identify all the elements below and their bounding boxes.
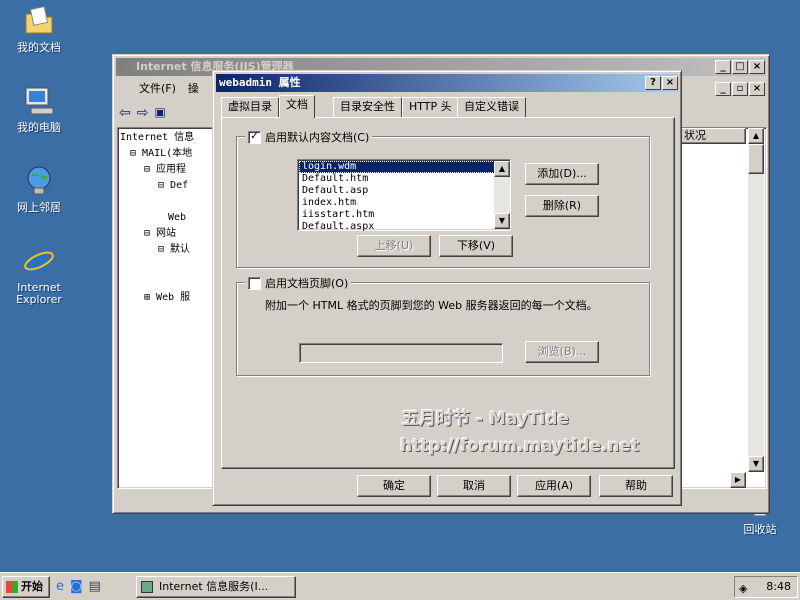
dialog-title: webadmin 属性 [219, 76, 301, 89]
tree-item[interactable]: ⊟ Def [120, 178, 194, 194]
dialog-title-bar[interactable]: webadmin 属性 [216, 74, 678, 92]
desktop-icon-label: 我的文档 [17, 41, 61, 54]
show-desktop-icon[interactable]: ▤ [89, 579, 101, 594]
network-tray-icon[interactable]: ◈ [739, 579, 747, 599]
doc-footer-legend[interactable]: 启用文档页脚(O) [245, 275, 352, 291]
scroll-thumb[interactable] [748, 144, 764, 174]
quick-launch: e ◙ ▤ [56, 579, 101, 594]
apply-button[interactable]: 应用(A) [517, 475, 591, 497]
ie-icon: e [22, 243, 56, 281]
system-tray: ◈ 8:48 [734, 576, 798, 598]
tab-custom-errors[interactable]: 自定义错误 [457, 97, 526, 117]
forward-arrow-icon[interactable]: ⇨ [137, 105, 149, 121]
taskbar: 开始 e ◙ ▤ Internet 信息服务(I... ◈ 8:48 [0, 572, 800, 600]
browse-button[interactable]: 浏览(B)... [525, 341, 599, 363]
footer-description: 附加一个 HTML 格式的页脚到您的 Web 服务器返回的每一个文档。 [265, 299, 598, 312]
list-item[interactable]: Default.asp [299, 185, 495, 197]
doc-footer-group: 启用文档页脚(O) 附加一个 HTML 格式的页脚到您的 Web 服务器返回的每… [236, 275, 650, 376]
scroll-down-arrow-icon[interactable]: ▼ [494, 213, 510, 229]
ok-button[interactable]: 确定 [357, 475, 431, 497]
details-scrollbar[interactable]: ▲ ▼ [748, 128, 764, 472]
tree-item[interactable]: ⊟ 默认 [120, 242, 194, 258]
desktop-icon-my-computer[interactable]: 我的电脑 [0, 84, 78, 134]
toolbar: ⇦ ⇨ ▣ [119, 105, 166, 121]
tree-item[interactable]: Web [120, 210, 194, 226]
scroll-down-arrow-icon[interactable]: ▼ [748, 456, 764, 472]
desktop-icon-label: 我的电脑 [17, 121, 61, 134]
desktop-icon-label: 回收站 [743, 523, 777, 536]
ie-quicklaunch-icon[interactable]: e [56, 579, 64, 594]
tab-documents[interactable]: 文档 [279, 95, 315, 118]
up-folder-icon[interactable]: ▣ [154, 105, 165, 121]
computer-icon [22, 84, 56, 118]
mdi-close-button[interactable]: × [749, 82, 765, 96]
tree-pane[interactable]: Internet 信息 ⊟ MAIL(本地 ⊟ 应用程 ⊟ Def Web ⊟ … [117, 127, 217, 489]
docs-list-scrollbar[interactable]: ▲ ▼ [494, 161, 510, 229]
tree-item[interactable]: ⊟ 网站 [120, 226, 194, 242]
desktop-icon-internet-explorer[interactable]: e Internet Explorer [0, 243, 78, 306]
close-button[interactable]: × [749, 60, 765, 74]
list-item[interactable]: login.wdm [299, 161, 495, 173]
clock[interactable]: 8:48 [766, 580, 791, 593]
list-item[interactable]: iisstart.htm [299, 209, 495, 221]
tree-item[interactable]: Internet 信息 [120, 130, 194, 146]
enable-doc-footer-checkbox[interactable] [248, 276, 261, 290]
list-item[interactable]: Default.aspx [299, 221, 495, 233]
dialog-close-button[interactable]: × [662, 76, 678, 90]
cancel-button[interactable]: 取消 [437, 475, 511, 497]
folder-documents-icon [22, 4, 56, 38]
footer-path-input[interactable] [299, 343, 503, 363]
svg-text:e: e [27, 244, 47, 278]
watermark-line-1: 五月时节 - MayTide [402, 409, 569, 429]
mdi-restore-button[interactable]: ▫ [732, 82, 748, 96]
tab-http-headers[interactable]: HTTP 头 [402, 97, 459, 117]
properties-dialog[interactable]: webadmin 属性 ? × 虚拟目录 文档 目录安全性 HTTP 头 自定义… [212, 70, 682, 506]
default-docs-listbox[interactable]: login.wdm Default.htm Default.asp index.… [297, 159, 511, 233]
mdi-minimize-button[interactable]: _ [715, 82, 731, 96]
menu-item-file[interactable]: 文件(F) [119, 80, 176, 98]
desktop-icon-label: 网上邻居 [17, 201, 61, 214]
list-item[interactable]: index.htm [299, 197, 495, 209]
taskbar-item-iis[interactable]: Internet 信息服务(I... [136, 576, 296, 598]
column-header-status[interactable]: 状况 [680, 128, 746, 144]
desktop-icon-my-documents[interactable]: 我的文档 [0, 4, 78, 54]
scroll-up-arrow-icon[interactable]: ▲ [494, 161, 510, 177]
tree-item[interactable]: ⊞ Web 服 [120, 290, 194, 306]
start-label: 开始 [21, 580, 43, 593]
iis-app-icon [141, 581, 153, 593]
enable-default-docs-checkbox[interactable]: ✓ [248, 130, 261, 144]
enable-doc-footer-label: 启用文档页脚(O) [265, 277, 349, 290]
add-button[interactable]: 添加(D)... [525, 163, 599, 185]
menu-bar: 文件(F) 操 [119, 80, 199, 98]
windows-logo-icon [6, 581, 18, 593]
enable-default-docs-label: 启用默认内容文档(C) [265, 131, 370, 144]
tab-virtual-directory[interactable]: 虚拟目录 [221, 97, 279, 117]
desktop-icon-label: Internet Explorer [16, 281, 62, 306]
network-icon [22, 164, 56, 198]
documents-tab-panel: ✓ 启用默认内容文档(C) login.wdm Default.htm Defa… [221, 117, 675, 469]
remove-button[interactable]: 删除(R) [525, 195, 599, 217]
tree-item[interactable]: ⊟ 应用程 [120, 162, 194, 178]
watermark-line-2: http://forum.maytide.net [400, 436, 640, 456]
list-item[interactable]: Default.htm [299, 173, 495, 185]
minimize-button[interactable]: _ [715, 60, 731, 74]
tree-item[interactable]: ⊟ MAIL(本地 [120, 146, 194, 162]
help-button[interactable]: ? [645, 76, 661, 90]
outlook-quicklaunch-icon[interactable]: ◙ [70, 579, 83, 594]
maximize-button[interactable]: □ [732, 60, 748, 74]
menu-item-action[interactable]: 操 [188, 80, 199, 98]
default-docs-group: ✓ 启用默认内容文档(C) login.wdm Default.htm Defa… [236, 129, 650, 268]
desktop-icon-network[interactable]: 网上邻居 [0, 164, 78, 214]
tab-directory-security[interactable]: 目录安全性 [333, 97, 402, 117]
scroll-right-arrow-icon[interactable]: ▶ [730, 472, 746, 488]
details-pane[interactable]: 状况 ▲ ▼ ▶ [679, 127, 767, 489]
back-arrow-icon[interactable]: ⇦ [119, 105, 131, 121]
move-up-button[interactable]: 上移(U) [357, 235, 431, 257]
taskbar-item-label: Internet 信息服务(I... [159, 580, 269, 593]
scroll-up-arrow-icon[interactable]: ▲ [748, 128, 764, 144]
default-docs-legend[interactable]: ✓ 启用默认内容文档(C) [245, 129, 373, 145]
move-down-button[interactable]: 下移(V) [439, 235, 513, 257]
start-button[interactable]: 开始 [2, 576, 50, 598]
help-dialog-button[interactable]: 帮助 [599, 475, 673, 497]
